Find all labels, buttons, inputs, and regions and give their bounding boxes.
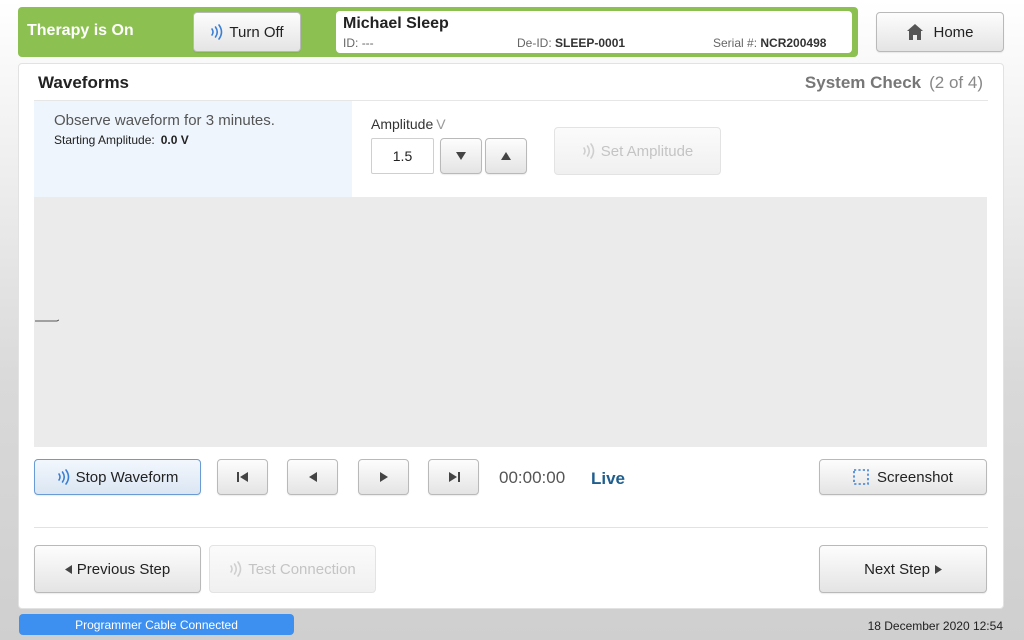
home-button[interactable]: Home xyxy=(876,12,1004,52)
set-amplitude-label: Set Amplitude xyxy=(600,142,694,160)
home-icon xyxy=(907,24,924,40)
cable-status-badge: Programmer Cable Connected xyxy=(19,614,294,635)
amplitude-input[interactable] xyxy=(371,138,434,174)
live-indicator: Live xyxy=(591,469,626,488)
step-forward-button[interactable] xyxy=(358,459,409,495)
screenshot-label: Screenshot xyxy=(877,468,953,486)
screenshot-icon xyxy=(853,469,869,485)
test-connection-button[interactable]: Test Connection xyxy=(209,545,376,593)
play-back-icon xyxy=(308,472,317,482)
step-indicator: System Check (2 of 4) xyxy=(805,73,983,93)
main-panel: Waveforms System Check (2 of 4) Observe w… xyxy=(18,63,1004,609)
triangle-down-icon xyxy=(456,152,466,160)
step-back-button[interactable] xyxy=(287,459,338,495)
patient-deid: De-ID: SLEEP-0001 xyxy=(517,36,626,50)
turn-off-label: Turn Off xyxy=(229,23,284,41)
play-forward-icon xyxy=(934,564,942,574)
skip-end-icon xyxy=(448,472,460,482)
stop-waveform-label: Stop Waveform xyxy=(75,468,179,486)
wave-icon xyxy=(230,561,242,577)
patient-id: ID: --- xyxy=(343,36,374,50)
patient-name: Michael Sleep xyxy=(343,15,449,32)
previous-step-label: Previous Step xyxy=(76,560,171,578)
wave-icon xyxy=(582,143,595,159)
skip-start-icon xyxy=(236,472,248,482)
next-step-label: Next Step xyxy=(864,560,930,578)
amplitude-down-button[interactable] xyxy=(440,138,482,174)
step-title: System Check xyxy=(804,73,922,92)
set-amplitude-button[interactable]: Set Amplitude xyxy=(554,127,721,175)
screenshot-button[interactable]: Screenshot xyxy=(819,459,987,495)
home-label: Home xyxy=(933,23,974,41)
bottom-divider xyxy=(34,527,988,528)
wave-icon xyxy=(211,24,223,40)
next-step-button[interactable]: Next Step xyxy=(819,545,987,593)
starting-amplitude: Starting Amplitude: 0.0 V xyxy=(54,133,189,147)
waveform-display xyxy=(34,197,987,447)
play-back-icon xyxy=(64,564,72,574)
patient-info: Michael Sleep ID: --- De-ID: SLEEP-0001 … xyxy=(336,11,852,53)
patient-serial: Serial #: NCR200498 xyxy=(713,36,827,50)
amplitude-up-button[interactable] xyxy=(485,138,527,174)
skip-end-button[interactable] xyxy=(428,459,479,495)
datetime: 18 December 2020 12:54 xyxy=(867,619,1003,633)
instructions-box: Observe waveform for 3 minutes. Starting… xyxy=(34,101,352,197)
time-readout: 00:00:00 xyxy=(499,468,566,487)
therapy-status-label: Therapy is On xyxy=(27,22,134,39)
waveform-trace xyxy=(35,319,59,322)
step-count: (2 of 4) xyxy=(929,73,983,92)
triangle-up-icon xyxy=(501,152,511,160)
stop-waveform-button[interactable]: Stop Waveform xyxy=(34,459,201,495)
previous-step-button[interactable]: Previous Step xyxy=(34,545,201,593)
skip-start-button[interactable] xyxy=(217,459,268,495)
therapy-status-bar: Therapy is On Michael Sleep ID: --- De-I… xyxy=(18,7,858,57)
test-connection-label: Test Connection xyxy=(248,560,356,578)
panel-title: Waveforms xyxy=(38,73,130,92)
turn-off-button[interactable]: Turn Off xyxy=(193,12,301,52)
wave-icon xyxy=(57,469,69,485)
play-forward-icon xyxy=(379,472,388,482)
amplitude-label: Amplitude V xyxy=(371,116,446,132)
instruction-text: Observe waveform for 3 minutes. xyxy=(54,112,275,129)
